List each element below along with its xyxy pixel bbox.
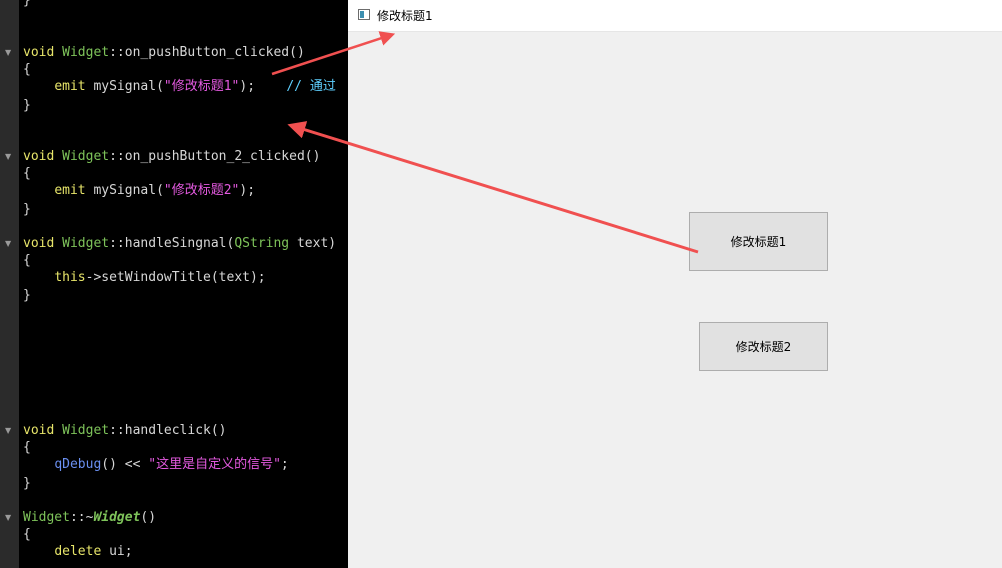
window-titlebar[interactable]: 修改标题1 bbox=[348, 0, 1002, 32]
code-line: qDebug() << "这里是自定义的信号"; bbox=[54, 457, 289, 472]
code-line: delete ui; bbox=[54, 544, 133, 559]
fold-marker-icon[interactable]: ▼ bbox=[5, 152, 11, 162]
code-line: { bbox=[23, 253, 31, 268]
code-line: void Widget::handleSingnal(QString text) bbox=[23, 236, 337, 251]
code-line: { bbox=[23, 527, 31, 542]
code-line: } bbox=[23, 288, 31, 303]
code-line: } bbox=[23, 98, 31, 113]
change-title-2-button[interactable]: 修改标题2 bbox=[699, 322, 828, 371]
code-line: { bbox=[23, 166, 31, 181]
code-line: void Widget::on_pushButton_2_clicked() bbox=[23, 149, 321, 164]
code-line: void Widget::on_pushButton_clicked() bbox=[23, 45, 305, 60]
fold-marker-icon[interactable]: ▼ bbox=[5, 513, 11, 523]
code-line: } bbox=[23, 476, 31, 491]
code-line: { bbox=[23, 62, 31, 77]
change-title-1-button[interactable]: 修改标题1 bbox=[689, 212, 828, 271]
editor-gutter: ▼ ▼ ▼ ▼ ▼ bbox=[0, 0, 19, 568]
code-line: void Widget::handleclick() bbox=[23, 423, 227, 438]
app-window-icon bbox=[358, 9, 370, 20]
code-line: } bbox=[23, 0, 31, 8]
window-title: 修改标题1 bbox=[377, 9, 433, 23]
fold-marker-icon[interactable]: ▼ bbox=[5, 48, 11, 58]
app-window: 修改标题1 修改标题1 修改标题2 bbox=[348, 0, 1002, 568]
code-line: this->setWindowTitle(text); bbox=[54, 270, 266, 285]
code-line: } bbox=[23, 202, 31, 217]
code-line: emit mySignal("修改标题1"); // 通过 bbox=[54, 79, 336, 94]
code-line: emit mySignal("修改标题2"); bbox=[54, 183, 256, 198]
code-line: { bbox=[23, 440, 31, 455]
code-line: Widget::~Widget() bbox=[23, 510, 157, 525]
fold-marker-icon[interactable]: ▼ bbox=[5, 239, 11, 249]
code-editor[interactable]: } void Widget::on_pushButton_clicked() {… bbox=[19, 0, 348, 568]
fold-marker-icon[interactable]: ▼ bbox=[5, 426, 11, 436]
